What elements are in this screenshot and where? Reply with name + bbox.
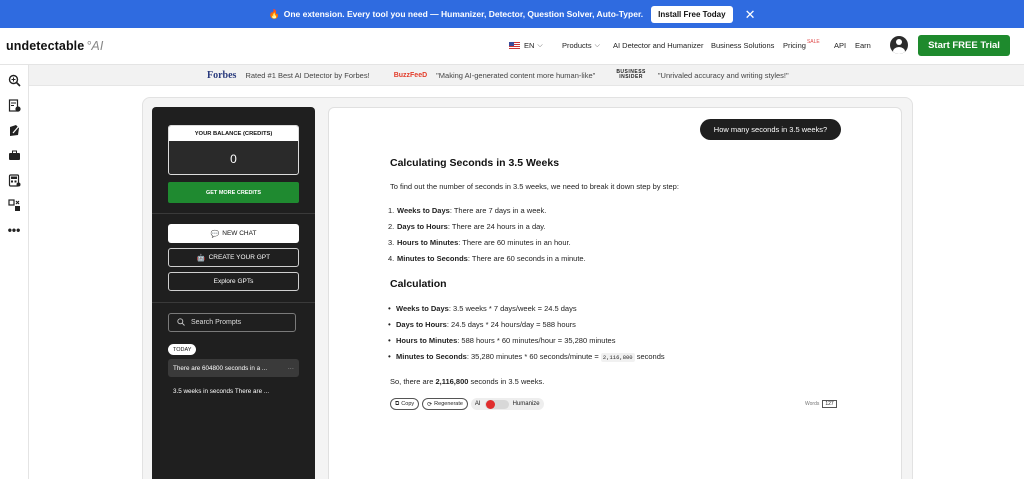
explore-gpts-button[interactable]: Explore GPTs: [168, 272, 299, 291]
create-gpt-button[interactable]: 🤖 CREATE YOUR GPT: [168, 248, 299, 267]
answer-intro: To find out the number of seconds in 3.5…: [390, 182, 679, 191]
balance-label: YOUR BALANCE (CREDITS): [169, 126, 298, 141]
calc-item: • Days to Hours: 24.5 days * 24 hours/day…: [388, 320, 576, 329]
sale-badge: SALE: [806, 38, 820, 45]
calc-item: • Hours to Minutes: 588 hours * 60 minute…: [388, 336, 616, 345]
buzzfeed-quote: "Making AI-generated content more human-…: [436, 70, 596, 80]
history-item[interactable]: There are 604800 seconds in a ... ···: [168, 359, 299, 377]
nav-pricing[interactable]: Pricing SALE: [783, 38, 820, 51]
more-icon[interactable]: •••: [7, 223, 21, 237]
logo-text: undetectable: [6, 39, 85, 53]
step-item: 4. Minutes to Seconds: There are 60 secon…: [388, 254, 586, 263]
chat-sidebar: YOUR BALANCE (CREDITS) 0 GET MORE CREDIT…: [152, 107, 315, 479]
step-item: 3. Hours to Minutes: There are 60 minutes…: [388, 238, 571, 247]
search-prompts-input[interactable]: Search Prompts: [168, 313, 296, 332]
nav-api[interactable]: API: [834, 41, 846, 50]
business-insider-logo: BUSINESS INSIDER: [616, 68, 646, 80]
press-strip: Forbes Rated #1 Best AI Detector by Forb…: [29, 65, 1024, 86]
words-count: 127: [822, 400, 837, 408]
business-insider-quote: "Unrivaled accuracy and writing styles!": [657, 70, 789, 80]
logo-ai: °AI: [86, 39, 104, 53]
toggle-switch[interactable]: [484, 399, 509, 409]
answer-actions: ⧉ Copy ⟳ Regenerate AI Humanize: [390, 398, 544, 410]
words-label: Words: [805, 401, 820, 407]
divider: [152, 213, 315, 214]
toggle-label-ai: AI: [474, 401, 481, 407]
promo-text: One extension. Every tool you need — Hum…: [283, 9, 644, 19]
us-flag-icon: [509, 42, 520, 49]
search-placeholder: Search Prompts: [191, 319, 242, 326]
language-label: EN: [524, 41, 535, 50]
nav-products[interactable]: Products ⌵: [562, 41, 600, 50]
close-icon[interactable]: ✕: [745, 8, 756, 21]
toggle-label-humanize: Humanize: [512, 401, 540, 407]
balance-value: 0: [230, 151, 237, 166]
briefcase-icon[interactable]: [7, 148, 21, 162]
balance-card: YOUR BALANCE (CREDITS) 0: [168, 125, 299, 175]
forbes-logo: Forbes: [207, 69, 237, 81]
answer-conclusion: So, there are 2,116,800 seconds in 3.5 w…: [390, 377, 545, 386]
chat-bubble-icon: 💬: [210, 230, 220, 238]
get-credits-button[interactable]: GET MORE CREDITS: [168, 182, 299, 203]
calculator-icon[interactable]: [7, 173, 21, 187]
divider: [152, 302, 315, 303]
ai-humanize-toggle[interactable]: AI Humanize: [470, 398, 544, 410]
forbes-quote: Rated #1 Best AI Detector by Forbes!: [245, 70, 370, 80]
copy-icon: ⧉: [395, 400, 400, 407]
chevron-down-icon: ⌵: [594, 41, 600, 49]
fire-icon: 🔥: [268, 8, 280, 19]
icon-rail: •••: [0, 65, 29, 479]
install-button[interactable]: Install Free Today: [651, 5, 733, 23]
today-label: TODAY: [168, 344, 197, 355]
start-trial-button[interactable]: Start FREE Trial: [918, 35, 1010, 56]
word-count: Words 127: [805, 400, 837, 408]
calculation-heading: Calculation: [390, 278, 447, 290]
search-icon: [177, 317, 185, 328]
chevron-down-icon: ⌵: [537, 41, 543, 49]
buzzfeed-logo: BuzzFeeD: [393, 71, 428, 79]
answer-title: Calculating Seconds in 3.5 Weeks: [390, 157, 560, 169]
robot-icon: 🤖: [196, 254, 206, 262]
promo-banner: 🔥 One extension. Every tool you need — H…: [0, 0, 1024, 28]
top-nav: undetectable °AI EN ⌵ Products ⌵ AI Detect…: [0, 28, 1024, 65]
more-icon[interactable]: ···: [288, 365, 294, 372]
nav-business[interactable]: Business Solutions: [711, 41, 774, 50]
detector-icon[interactable]: [7, 98, 21, 112]
nav-earn[interactable]: Earn: [855, 41, 871, 50]
step-item: 2. Days to Hours: There are 24 hours in a…: [388, 222, 546, 231]
user-avatar-icon[interactable]: [890, 36, 908, 54]
regenerate-button[interactable]: ⟳ Regenerate: [422, 398, 468, 410]
copy-button[interactable]: ⧉ Copy: [390, 398, 420, 410]
new-chat-button[interactable]: 💬 NEW CHAT: [168, 224, 299, 243]
user-question-bubble: How many seconds in 3.5 weeks?: [700, 119, 841, 140]
nav-ai-detector[interactable]: AI Detector and Humanizer: [613, 41, 703, 50]
calc-item: • Minutes to Seconds: 35,280 minutes * 60…: [388, 352, 665, 362]
tools-icon[interactable]: [7, 198, 21, 212]
language-selector[interactable]: EN ⌵: [509, 41, 543, 50]
code-inline: 2,116,800: [600, 353, 635, 362]
calc-item: • Weeks to Days: 3.5 weeks * 7 days/week …: [388, 304, 577, 313]
humanizer-icon[interactable]: [7, 123, 21, 137]
history-item[interactable]: 3.5 weeks in seconds There are ...: [168, 382, 299, 400]
search-icon[interactable]: [7, 73, 21, 87]
logo[interactable]: undetectable °AI: [6, 39, 103, 53]
refresh-icon: ⟳: [427, 401, 433, 408]
step-item: 1. Weeks to Days: There are 7 days in a w…: [388, 206, 547, 215]
